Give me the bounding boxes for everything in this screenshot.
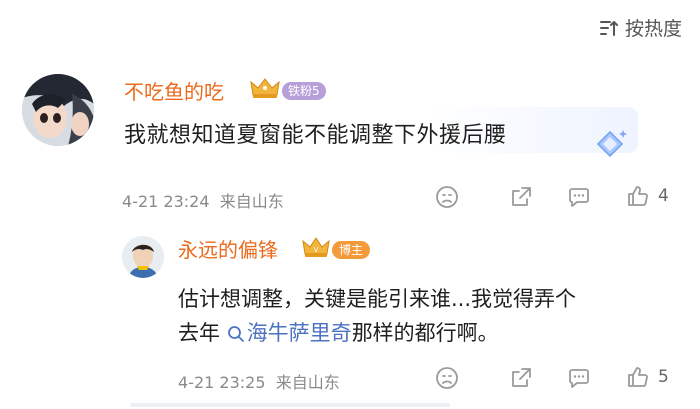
dislike-face-icon	[436, 186, 458, 208]
reply-text-line-2: 去年 海牛萨里奇那样的都行啊。	[178, 317, 499, 347]
dislike-button[interactable]	[434, 184, 460, 210]
comment-time: 4-21 23:24	[122, 192, 210, 211]
svg-text:V: V	[314, 246, 319, 254]
reply-avatar[interactable]	[122, 236, 164, 278]
topic-text: 海牛萨里奇	[246, 321, 352, 345]
crown-icon	[250, 77, 280, 103]
topic-link[interactable]: 海牛萨里奇	[227, 321, 352, 345]
reply-reply-button[interactable]	[566, 365, 592, 391]
comment-icon	[569, 188, 589, 207]
avatar[interactable]	[22, 74, 94, 146]
like-count: 4	[658, 186, 669, 206]
crown-icon: V	[302, 236, 330, 262]
reply-location: 来自山东	[275, 373, 340, 392]
share-icon	[512, 368, 531, 387]
reply-text-prefix: 去年	[178, 321, 220, 345]
like-button[interactable]: 4	[626, 184, 669, 208]
sort-by-hot-button[interactable]: 按热度	[599, 14, 682, 41]
sparkle-diamond-icon	[590, 128, 630, 166]
dislike-face-icon	[436, 367, 458, 389]
reply-text-line-1: 估计想调整，关键是能引来谁...我觉得弄个	[178, 287, 577, 311]
reply-dislike-button[interactable]	[434, 365, 460, 391]
username[interactable]: 不吃鱼的吃	[124, 76, 224, 105]
next-item-edge	[130, 403, 450, 407]
thumbs-up-icon	[628, 367, 648, 387]
sort-label: 按热度	[624, 18, 682, 40]
blogger-badge: 博主	[332, 241, 371, 259]
reply-text-suffix: 那样的都行啊。	[351, 321, 499, 345]
reply-meta: 4-21 23:25 来自山东	[178, 369, 340, 393]
fan-level-badge: 铁粉5	[282, 82, 326, 100]
comment-icon	[569, 369, 589, 388]
reply-username[interactable]: 永远的偏锋	[178, 234, 278, 263]
reply-share-button[interactable]	[508, 365, 534, 391]
reply-like-button[interactable]: 5	[626, 365, 669, 389]
reply-button[interactable]	[566, 184, 592, 210]
comment-location: 来自山东	[219, 192, 284, 211]
share-button[interactable]	[508, 184, 534, 210]
comment-meta: 4-21 23:24 来自山东	[122, 188, 284, 212]
share-icon	[512, 187, 531, 206]
thumbs-up-icon	[628, 186, 648, 206]
reply-time: 4-21 23:25	[178, 373, 266, 392]
comment-text: 我就想知道夏窗能不能调整下外援后腰	[124, 123, 507, 148]
reply-like-count: 5	[658, 367, 669, 387]
search-icon	[227, 326, 244, 342]
sort-icon	[599, 19, 619, 37]
